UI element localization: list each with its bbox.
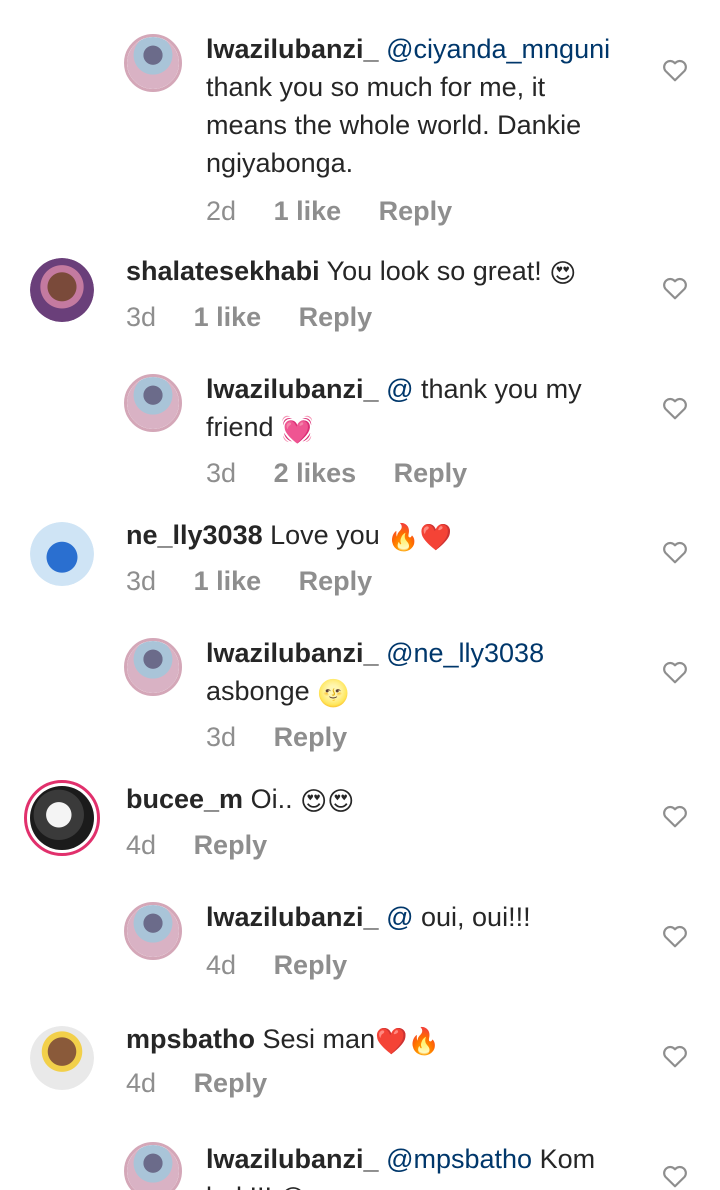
timestamp: 4d: [126, 830, 157, 860]
comment-text: shalatesekhabi You look so great! 😍: [126, 252, 646, 290]
reply-button[interactable]: Reply: [194, 1068, 268, 1098]
timestamp: 3d: [206, 458, 237, 488]
avatar[interactable]: [30, 522, 94, 586]
likes-count[interactable]: 1 like: [194, 566, 262, 596]
mention-link[interactable]: @mpsbatho: [386, 1144, 532, 1174]
comment: bucee_m Oi.. 😍😍 4d Reply: [0, 778, 720, 878]
comment-body: oui, oui!!!: [421, 902, 531, 932]
comment-body: Sesi man: [262, 1024, 376, 1054]
username[interactable]: lwazilubanzi_: [206, 34, 379, 64]
comment-text: lwazilubanzi_ @ thank you my friend 💓: [206, 370, 646, 446]
comment-meta: 2d 1 like Reply: [206, 196, 482, 227]
mention-link[interactable]: @: [386, 902, 413, 932]
avatar[interactable]: [24, 780, 100, 856]
avatar[interactable]: [124, 638, 182, 696]
reply-button[interactable]: Reply: [299, 302, 373, 332]
timestamp: 3d: [126, 566, 157, 596]
username[interactable]: bucee_m: [126, 784, 243, 814]
likes-count[interactable]: 1 like: [194, 302, 262, 332]
username[interactable]: lwazilubanzi_: [206, 638, 379, 668]
comment-text: mpsbatho Sesi man❤️🔥: [126, 1020, 646, 1058]
comment-meta: 3d 1 like Reply: [126, 566, 402, 597]
reply-comment: lwazilubanzi_ @ne_lly3038 asbonge 🌝 3d R…: [0, 634, 720, 764]
emoji: 🌝: [317, 678, 350, 708]
avatar[interactable]: [124, 34, 182, 92]
avatar[interactable]: [124, 902, 182, 960]
comment-text: bucee_m Oi.. 😍😍: [126, 780, 646, 818]
comment-body: Oi..: [250, 784, 293, 814]
comment-line: bak!!!: [206, 1182, 272, 1190]
heart-outline-icon[interactable]: [662, 276, 688, 300]
comment-body: You look so great!: [326, 256, 542, 286]
reply-comment: lwazilubanzi_ @ciyanda_mnguni thank you …: [0, 30, 720, 230]
heart-outline-icon[interactable]: [662, 1164, 688, 1188]
comment-meta: 4d Reply: [206, 950, 377, 981]
emoji: 😍😍: [300, 786, 355, 816]
avatar[interactable]: [30, 258, 94, 322]
avatar[interactable]: [30, 1026, 94, 1090]
timestamp: 2d: [206, 196, 237, 226]
heart-outline-icon[interactable]: [662, 1044, 688, 1068]
reply-button[interactable]: Reply: [274, 950, 348, 980]
username[interactable]: shalatesekhabi: [126, 256, 320, 286]
emoji: ❤️🔥: [375, 1026, 440, 1056]
comment-text: lwazilubanzi_ @ne_lly3038 asbonge 🌝: [206, 634, 646, 710]
username[interactable]: lwazilubanzi_: [206, 374, 379, 404]
avatar[interactable]: [124, 374, 182, 432]
comment-line: friend: [206, 412, 274, 442]
username[interactable]: ne_lly3038: [126, 520, 263, 550]
comment-text: lwazilubanzi_ @ciyanda_mnguni thank you …: [206, 30, 646, 182]
likes-count[interactable]: 1 like: [274, 196, 342, 226]
comment-body: thank you my: [421, 374, 582, 404]
reply-comment: lwazilubanzi_ @mpsbatho Kom bak!!! 😍: [0, 1138, 720, 1190]
comment-text: ne_lly3038 Love you 🔥❤️: [126, 516, 646, 554]
username[interactable]: mpsbatho: [126, 1024, 255, 1054]
timestamp: 3d: [126, 302, 157, 332]
emoji: 😍: [549, 258, 577, 288]
reply-button[interactable]: Reply: [299, 566, 373, 596]
avatar[interactable]: [124, 1142, 182, 1190]
comment-body: Kom: [539, 1144, 596, 1174]
comment: ne_lly3038 Love you 🔥❤️ 3d 1 like Reply: [0, 514, 720, 614]
comment-meta: 3d 2 likes Reply: [206, 458, 497, 489]
comment-line: thank you so much for me, it: [206, 72, 546, 102]
emoji: 🔥❤️: [387, 522, 452, 552]
heart-outline-icon[interactable]: [662, 396, 688, 420]
heart-outline-icon[interactable]: [662, 58, 688, 82]
reply-button[interactable]: Reply: [274, 722, 348, 752]
timestamp: 4d: [206, 950, 237, 980]
comment-meta: 4d Reply: [126, 1068, 297, 1099]
mention-link[interactable]: @ciyanda_mnguni: [386, 34, 610, 64]
mention-link[interactable]: @: [386, 374, 413, 404]
comment-meta: 3d 1 like Reply: [126, 302, 402, 333]
comment-text: lwazilubanzi_ @mpsbatho Kom bak!!! 😍: [206, 1140, 646, 1190]
reply-button[interactable]: Reply: [394, 458, 468, 488]
comment-meta: 4d Reply: [126, 830, 297, 861]
heart-outline-icon[interactable]: [662, 924, 688, 948]
comment: mpsbatho Sesi man❤️🔥 4d Reply: [0, 1018, 720, 1118]
emoji: 💓: [281, 414, 314, 444]
emoji: 😍: [280, 1184, 307, 1190]
comment-line: means the whole world. Dankie: [206, 110, 582, 140]
username[interactable]: lwazilubanzi_: [206, 1144, 379, 1174]
timestamp: 3d: [206, 722, 237, 752]
heart-outline-icon[interactable]: [662, 660, 688, 684]
username[interactable]: lwazilubanzi_: [206, 902, 379, 932]
comment-line: asbonge: [206, 676, 310, 706]
comment-body: Love you: [270, 520, 380, 550]
heart-outline-icon[interactable]: [662, 804, 688, 828]
reply-comment: lwazilubanzi_ @ oui, oui!!! 4d Reply: [0, 898, 720, 998]
heart-outline-icon[interactable]: [662, 540, 688, 564]
comment-text: lwazilubanzi_ @ oui, oui!!!: [206, 898, 646, 936]
likes-count[interactable]: 2 likes: [274, 458, 357, 488]
comment-meta: 3d Reply: [206, 722, 377, 753]
reply-button[interactable]: Reply: [379, 196, 453, 226]
mention-link[interactable]: @ne_lly3038: [386, 638, 544, 668]
comment: shalatesekhabi You look so great! 😍 3d 1…: [0, 250, 720, 350]
reply-comment: lwazilubanzi_ @ thank you my friend 💓 3d…: [0, 370, 720, 500]
reply-button[interactable]: Reply: [194, 830, 268, 860]
comment-line: ngiyabonga.: [206, 148, 354, 178]
timestamp: 4d: [126, 1068, 157, 1098]
